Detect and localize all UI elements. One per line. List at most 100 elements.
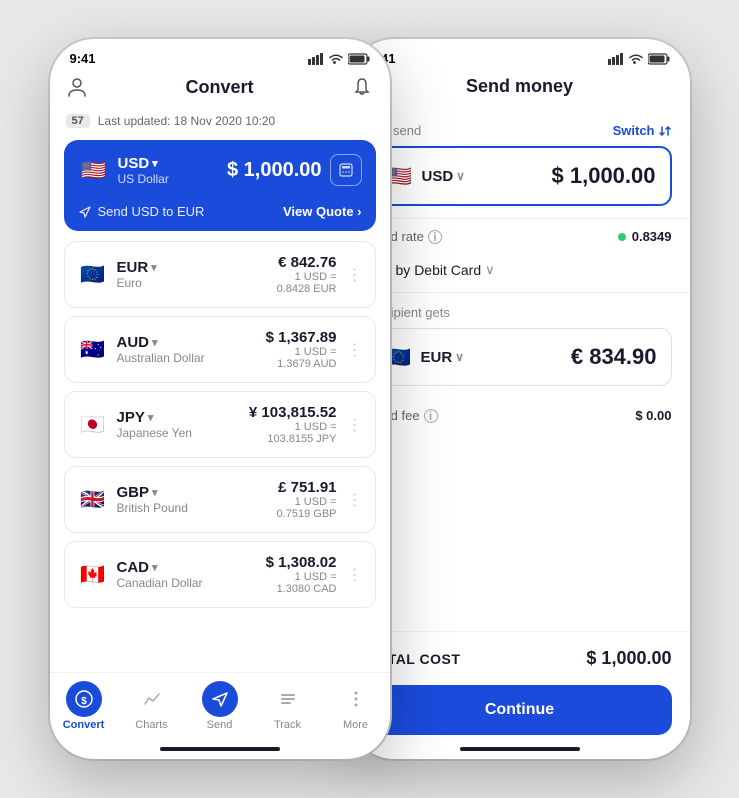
you-send-currency-selector[interactable]: 🇺🇸 USD ∨ [384, 160, 465, 192]
view-quote-btn[interactable]: View Quote › [283, 204, 362, 219]
active-currency-card[interactable]: 🇺🇸 USD ▾ US Dollar $ 1,000.00 [64, 140, 376, 231]
cad-code[interactable]: CAD ▾ [117, 559, 203, 576]
aud-code[interactable]: AUD ▾ [117, 334, 205, 351]
wifi-icon [328, 53, 344, 65]
total-cost-section: TOTAL COST $ 1,000.00 [350, 631, 690, 685]
convert-icon-wrap: $ [66, 681, 102, 717]
tab-send-label: Send [207, 719, 233, 731]
gbp-amount: £ 751.91 [277, 479, 337, 496]
you-send-box[interactable]: 🇺🇸 USD ∨ $ 1,000.00 [368, 146, 672, 206]
gbp-rate: 1 USD =0.7519 GBP [277, 496, 337, 520]
rate-info-icon[interactable]: i [428, 230, 442, 244]
cad-name: Canadian Dollar [117, 576, 203, 590]
signal-icon [308, 53, 324, 65]
update-bar: 57 Last updated: 18 Nov 2020 10:20 [50, 108, 390, 134]
usd-flag: 🇺🇸 [78, 154, 110, 186]
tab-convert-label: Convert [63, 719, 105, 731]
signal-icon-2 [608, 53, 624, 65]
send-tab-icon [210, 689, 230, 709]
send-label: Send USD to EUR [78, 204, 205, 219]
eur-amount: € 842.76 [277, 254, 337, 271]
track-icon-wrap [270, 681, 306, 717]
eur-flag: 🇪🇺 [77, 259, 109, 291]
pay-method-chevron: ∨ [485, 262, 495, 278]
svg-text:$: $ [81, 696, 87, 707]
currency-list: 🇪🇺 EUR ▾ Euro € 842.76 1 USD =0.8428 EUR [50, 237, 390, 672]
bell-icon[interactable] [351, 76, 373, 98]
user-icon[interactable] [66, 76, 88, 98]
continue-button[interactable]: Continue [368, 685, 672, 735]
currency-item-jpy[interactable]: 🇯🇵 JPY ▾ Japanese Yen ¥ 103,815.52 1 USD… [64, 391, 376, 458]
aud-amount: $ 1,367.89 [266, 329, 337, 346]
active-currency-name: US Dollar [118, 172, 169, 186]
jpy-menu-icon[interactable]: ⋮ [347, 415, 363, 435]
fee-info-icon[interactable]: i [424, 409, 438, 423]
nav-title-1: Convert [185, 77, 253, 98]
nav-header-1: Convert [50, 72, 390, 108]
you-send-amount: $ 1,000.00 [552, 163, 656, 189]
aud-rate: 1 USD =1.3679 AUD [266, 346, 337, 370]
more-icon [346, 689, 366, 709]
eur-name: Euro [117, 276, 157, 290]
track-icon [278, 689, 298, 709]
total-cost-value: $ 1,000.00 [586, 648, 671, 669]
tab-bar: $ Convert Charts Send [50, 672, 390, 747]
cad-rate: 1 USD =1.3080 CAD [266, 571, 337, 595]
currency-item-aud[interactable]: 🇦🇺 AUD ▾ Australian Dollar $ 1,367.89 1 … [64, 316, 376, 383]
gbp-code[interactable]: GBP ▾ [117, 484, 188, 501]
update-badge: 57 [66, 114, 90, 128]
send-icon-wrap [202, 681, 238, 717]
tab-more[interactable]: More [326, 681, 386, 731]
tab-track[interactable]: Track [258, 681, 318, 731]
currency-item-gbp[interactable]: 🇬🇧 GBP ▾ British Pound £ 751.91 1 USD =0… [64, 466, 376, 533]
status-bar-2: 9:41 [350, 39, 690, 72]
jpy-flag: 🇯🇵 [77, 409, 109, 441]
send-btn-row[interactable]: Send USD to EUR View Quote › [78, 192, 362, 231]
recipient-gets-section: Recipient gets 🇪🇺 EUR ∨ € 834.90 [350, 292, 690, 398]
gbp-name: British Pound [117, 501, 188, 515]
tab-send[interactable]: Send [190, 681, 250, 731]
pay-method-label[interactable]: Pay by Debit Card ∨ [368, 262, 672, 278]
eur-code[interactable]: EUR ▾ [117, 259, 157, 276]
currency-item-eur[interactable]: 🇪🇺 EUR ▾ Euro € 842.76 1 USD =0.8428 EUR [64, 241, 376, 308]
jpy-code[interactable]: JPY ▾ [117, 409, 192, 426]
gbp-flag: 🇬🇧 [77, 484, 109, 516]
convert-icon: $ [74, 689, 94, 709]
jpy-name: Japanese Yen [117, 426, 192, 440]
switch-icon [658, 124, 672, 138]
charts-icon-wrap [134, 681, 170, 717]
phones-container: 9:41 [50, 39, 690, 759]
active-currency-code[interactable]: USD ▾ [118, 155, 169, 172]
gbp-menu-icon[interactable]: ⋮ [347, 490, 363, 510]
time-1: 9:41 [70, 51, 96, 66]
charts-icon [142, 689, 162, 709]
recipient-code[interactable]: EUR ∨ [421, 349, 464, 366]
spacer [350, 433, 690, 631]
recipient-currency-selector[interactable]: 🇪🇺 EUR ∨ [383, 341, 464, 373]
aud-menu-icon[interactable]: ⋮ [347, 340, 363, 360]
you-send-code[interactable]: USD ∨ [422, 168, 465, 185]
send-fee-row: Send fee i $ 0.00 [350, 398, 690, 433]
phone-send-money: 9:41 Se [350, 39, 690, 759]
tab-charts[interactable]: Charts [122, 681, 182, 731]
recipient-gets-box[interactable]: 🇪🇺 EUR ∨ € 834.90 [368, 328, 672, 386]
cad-menu-icon[interactable]: ⋮ [347, 565, 363, 585]
pay-method-row[interactable]: Pay by Debit Card ∨ [350, 254, 690, 292]
home-indicator-1 [160, 747, 280, 751]
jpy-amount: ¥ 103,815.52 [249, 404, 337, 421]
send-icon [78, 205, 92, 219]
recipient-amount: € 834.90 [571, 344, 657, 370]
battery-icon-2 [648, 53, 670, 65]
currency-item-cad[interactable]: 🇨🇦 CAD ▾ Canadian Dollar $ 1,308.02 1 US… [64, 541, 376, 608]
status-bar-1: 9:41 [50, 39, 390, 72]
tab-more-label: More [343, 719, 368, 731]
calculator-icon[interactable] [330, 154, 362, 186]
recipient-gets-label: Recipient gets [368, 305, 672, 320]
tab-convert[interactable]: $ Convert [54, 681, 114, 731]
cad-flag: 🇨🇦 [77, 559, 109, 591]
battery-icon [348, 53, 370, 65]
cad-amount: $ 1,308.02 [266, 554, 337, 571]
status-icons-1 [308, 53, 370, 65]
eur-menu-icon[interactable]: ⋮ [347, 265, 363, 285]
switch-btn[interactable]: Switch [613, 123, 672, 138]
